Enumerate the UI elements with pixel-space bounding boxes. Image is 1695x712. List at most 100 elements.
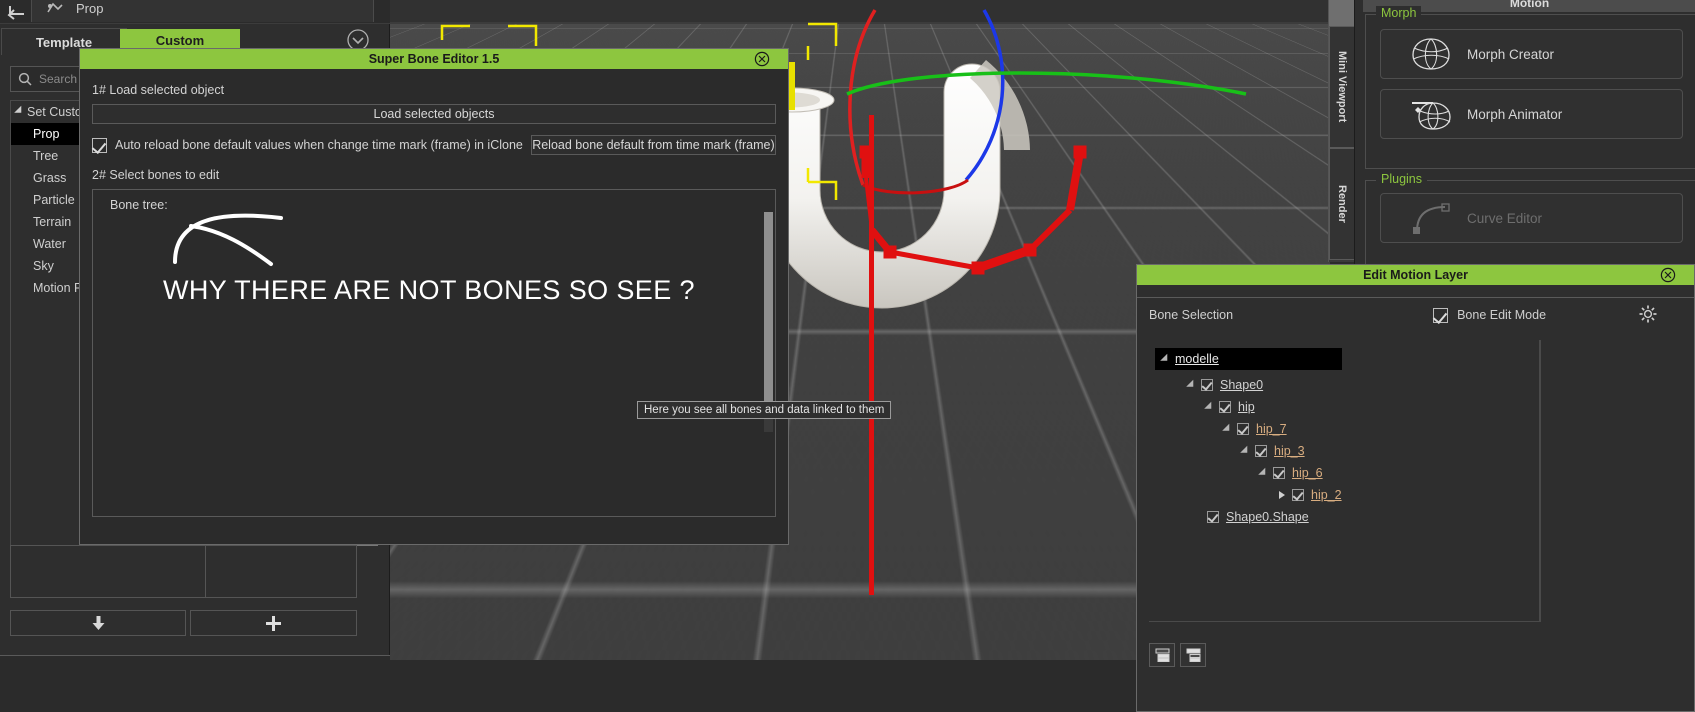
group-morph: Morph Morph Creator Morph Animator <box>1365 6 1695 169</box>
morph-animator-icon <box>1412 102 1451 130</box>
close-circle-icon[interactable] <box>754 51 770 67</box>
reload-bone-default-button[interactable]: Reload bone default from time mark (fram… <box>530 135 776 155</box>
search-placeholder: Search <box>39 72 78 86</box>
tree-view-icon[interactable] <box>1180 643 1206 667</box>
download-button[interactable] <box>10 610 186 636</box>
super-bone-editor-titlebar[interactable]: Super Bone Editor 1.5 <box>80 49 788 69</box>
tree-row-modelle[interactable]: modelle <box>1155 348 1342 370</box>
back-arrow-icon[interactable] <box>6 2 28 22</box>
dock-tab-mini-viewport[interactable]: Mini Viewport <box>1329 26 1355 148</box>
morph-creator-icon <box>1412 38 1450 70</box>
tree-row-hip-2[interactable]: hip_2 <box>1279 484 1539 506</box>
load-selected-objects-label: Load selected objects <box>373 107 495 121</box>
tree-row-checkbox[interactable] <box>1255 445 1267 457</box>
step2-label: 2# Select bones to edit <box>92 168 220 182</box>
tree-row-hip-6[interactable]: hip_6 <box>1258 462 1539 484</box>
sidebar-item-label: Motion P <box>33 281 83 295</box>
tree-row-label: hip_7 <box>1256 422 1287 436</box>
curved-arrow-icon <box>173 213 283 266</box>
expander-down-icon[interactable] <box>1222 423 1233 435</box>
curve-editor-button[interactable]: Curve Editor <box>1380 193 1683 243</box>
load-selected-objects-button[interactable]: Load selected objects <box>92 104 776 124</box>
bone-edit-mode-checkbox[interactable] <box>1433 307 1449 323</box>
plus-icon <box>266 615 281 631</box>
tree-row-hip-3[interactable]: hip_3 <box>1240 440 1539 462</box>
bone-selection-tree-inner: modelle Shape0 hip hip_7 hip_3 hip_6 hip… <box>1149 348 1539 629</box>
expander-down-icon[interactable] <box>1240 445 1251 457</box>
tree-row-checkbox[interactable] <box>1273 467 1285 479</box>
step1-label: 1# Load selected object <box>92 83 225 97</box>
tooltip: Here you see all bones and data linked t… <box>637 401 892 419</box>
expander-right-icon[interactable] <box>1279 491 1285 499</box>
dock-tab-render[interactable]: Render <box>1329 148 1355 260</box>
bone-edit-mode-toggle[interactable]: Bone Edit Mode <box>1433 307 1547 323</box>
curve-editor-icon <box>1413 203 1450 234</box>
morph-animator-button[interactable]: Morph Animator <box>1380 89 1683 139</box>
bone-selection-label: Bone Selection <box>1149 308 1234 322</box>
tree-row-checkbox[interactable] <box>1219 401 1231 413</box>
tree-view-toolbar[interactable] <box>1149 643 1206 667</box>
sidebar-item-label: Grass <box>33 171 67 185</box>
tree-row-checkbox[interactable] <box>1237 423 1249 435</box>
sidebar-item-label: Sky <box>33 259 54 273</box>
gizmo-axis-y <box>788 62 795 110</box>
super-bone-editor-body: 1# Load selected object Load selected ob… <box>80 69 788 517</box>
tree-row-hip[interactable]: hip <box>1204 396 1539 418</box>
dock-tab-render-label: Render <box>1336 185 1348 223</box>
edit-motion-layer-title: Edit Motion Layer <box>1363 268 1468 282</box>
morph-animator-label: Morph Animator <box>1467 106 1563 122</box>
tab-prop-label: Prop <box>76 1 104 16</box>
tree-row-shape0[interactable]: Shape0 <box>1186 374 1539 396</box>
tab-prop[interactable]: Prop <box>31 0 374 22</box>
super-bone-editor-dialog[interactable]: Super Bone Editor 1.5 1# Load selected o… <box>79 48 789 545</box>
sidebar-item-label: Prop <box>33 127 60 141</box>
expander-down-icon[interactable] <box>1160 353 1171 365</box>
auto-reload-checkbox[interactable] <box>92 137 107 153</box>
bone-selection-tree[interactable]: modelle Shape0 hip hip_7 hip_3 hip_6 hip… <box>1149 340 1540 622</box>
bone-edit-mode-label: Bone Edit Mode <box>1457 308 1547 322</box>
list-view-icon[interactable] <box>1149 643 1175 667</box>
expander-down-icon[interactable] <box>1186 379 1197 391</box>
expander-down-icon[interactable] <box>1204 401 1215 413</box>
tree-row-checkbox[interactable] <box>1201 379 1213 391</box>
edit-motion-layer-titlebar[interactable]: Edit Motion Layer <box>1137 265 1694 285</box>
download-arrow-icon <box>92 615 104 630</box>
search-icon <box>18 72 32 86</box>
sidebar-item-label: Terrain <box>33 215 72 229</box>
close-circle-icon[interactable] <box>1660 267 1676 283</box>
dock-tab-mini-viewport-label: Mini Viewport <box>1336 51 1348 123</box>
annotation-text: WHY THERE ARE NOT BONES SO SEE ? <box>163 275 695 305</box>
dock-tab-top[interactable] <box>1329 0 1355 26</box>
viewport-dock-tabs[interactable]: Mini Viewport Render <box>1328 0 1355 262</box>
scrollbar-thumb[interactable] <box>764 212 773 412</box>
curve-editor-label: Curve Editor <box>1467 210 1543 226</box>
content-box-right[interactable] <box>205 545 357 598</box>
tree-row-checkbox[interactable] <box>1292 489 1304 501</box>
morph-creator-button[interactable]: Morph Creator <box>1380 29 1683 79</box>
expander-down-icon[interactable] <box>1258 467 1269 479</box>
tree-row-shape0-shape[interactable]: Shape0.Shape <box>1207 506 1539 528</box>
prop-icon <box>47 2 63 12</box>
tree-row-checkbox[interactable] <box>1207 511 1219 523</box>
morph-creator-label: Morph Creator <box>1467 46 1555 62</box>
tree-row-label: Shape0.Shape <box>1226 510 1309 524</box>
tree-left-border <box>10 310 11 546</box>
tab-motion-label: Motion <box>1509 0 1550 10</box>
gear-icon[interactable] <box>1638 304 1658 324</box>
tree-row-label: hip_2 <box>1311 488 1342 502</box>
sidebar-item-label: Tree <box>33 149 59 163</box>
add-button[interactable] <box>190 610 357 636</box>
bone-tree-container[interactable]: Bone tree: WHY THERE ARE NOT BONES SO SE… <box>92 189 776 517</box>
tree-row-label: hip_3 <box>1274 444 1305 458</box>
reload-bone-default-label: Reload bone default from time mark (fram… <box>532 138 775 152</box>
tree-row-label: hip <box>1238 400 1255 414</box>
bone-selection-row: Bone Selection Bone Edit Mode <box>1137 298 1694 332</box>
gizmo-ring-y <box>846 71 1247 96</box>
bone-tree-scrollbar[interactable] <box>764 212 773 432</box>
left-panel-footer <box>0 655 390 712</box>
content-box-left[interactable] <box>10 545 206 598</box>
tree-panel-divider <box>1540 340 1541 622</box>
edit-motion-layer-panel[interactable]: Edit Motion Layer Bone Selection Bone Ed… <box>1136 264 1695 712</box>
group-morph-title: Morph <box>1376 6 1422 20</box>
tree-row-hip-7[interactable]: hip_7 <box>1222 418 1539 440</box>
